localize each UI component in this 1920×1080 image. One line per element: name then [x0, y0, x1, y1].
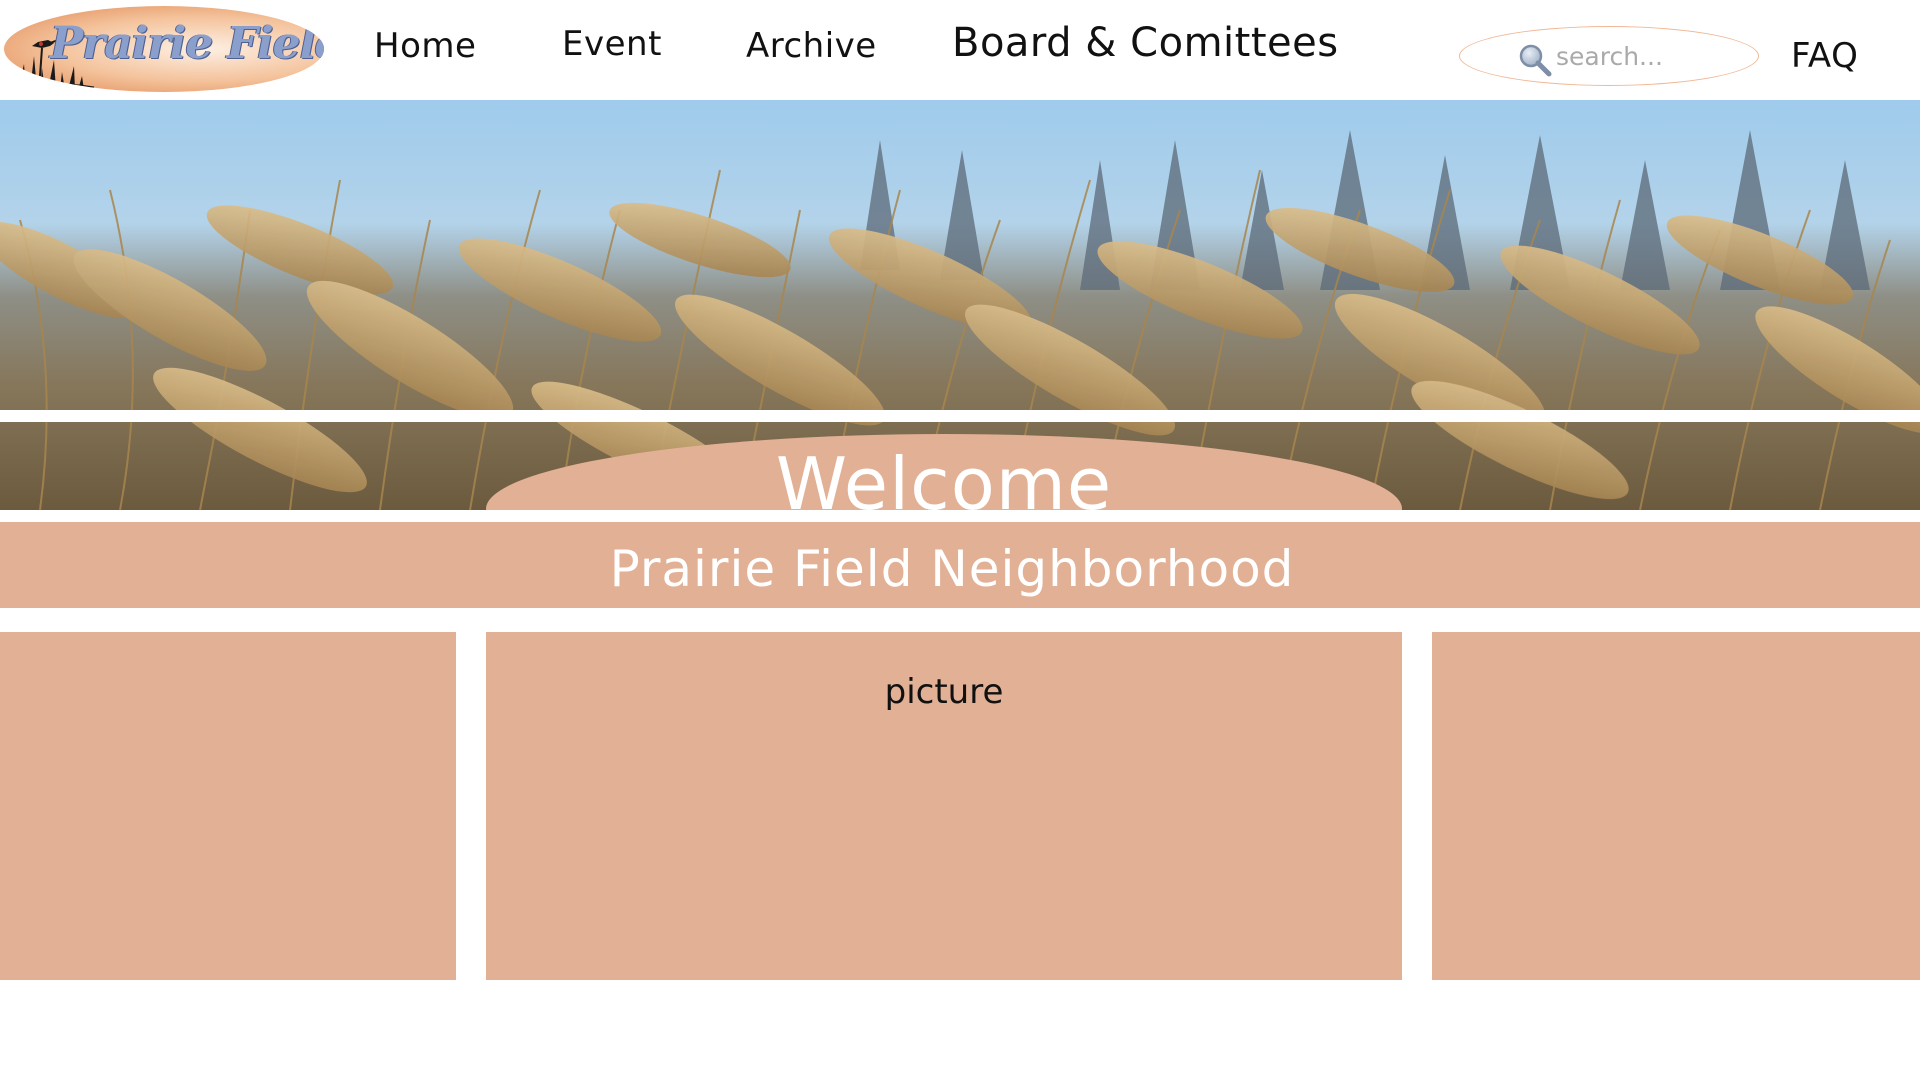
nav-archive[interactable]: Archive [746, 26, 877, 66]
title-band: Prairie Field Neighborhood [0, 522, 1920, 608]
logo-text: Prairie Fields [50, 18, 324, 69]
site-logo[interactable]: Prairie Fields [4, 6, 324, 92]
nav-faq[interactable]: FAQ [1791, 36, 1858, 76]
content-panel-left [0, 632, 456, 980]
nav-board-and-committees[interactable]: Board & Comittees [952, 20, 1339, 66]
content-panel-right [1432, 632, 1920, 980]
welcome-heading: Welcome [775, 442, 1113, 510]
divider [0, 410, 1920, 422]
picture-placeholder-label: picture [884, 672, 1004, 712]
nav-event[interactable]: Event [562, 24, 662, 64]
hero-banner: Welcome [0, 100, 1920, 510]
site-header: Prairie Fields Home Event Archive Board … [0, 0, 1920, 100]
page-title: Prairie Field Neighborhood [609, 540, 1295, 598]
magnifier-icon [1519, 44, 1552, 77]
search-input[interactable] [1556, 39, 1716, 73]
picture-panel: picture [486, 632, 1402, 980]
nav-home[interactable]: Home [374, 26, 476, 66]
search-box[interactable] [1459, 26, 1759, 86]
